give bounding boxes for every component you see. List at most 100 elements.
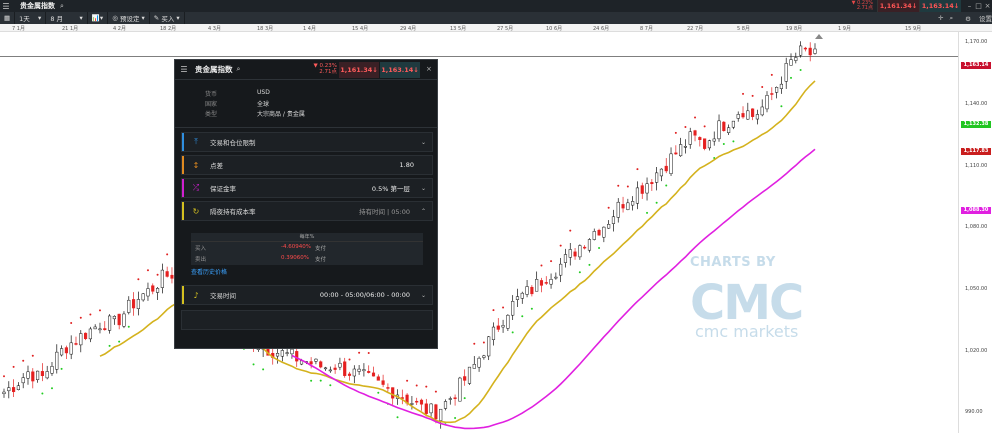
psar-dot — [358, 351, 361, 354]
candle-body — [367, 371, 371, 373]
history-price-link[interactable]: 查看历史价格 — [191, 267, 227, 276]
panel-search-icon[interactable]: ⌕ — [237, 65, 241, 74]
candle-body — [74, 343, 78, 345]
candle-body — [314, 358, 318, 362]
margin-section[interactable]: ⤮ 保证金率 0.5% 第一层 ⌄ — [181, 178, 433, 198]
toolbar-right: ✛ ⌕ ⚙ 设置 — [932, 12, 992, 24]
candle-body — [160, 269, 164, 288]
candle-body — [703, 138, 707, 149]
chart-type-icon[interactable]: 📊▾ — [88, 12, 109, 24]
price-tick-label: 1,170.00 — [965, 39, 988, 46]
candle-body — [597, 229, 601, 236]
chevron-down-icon[interactable]: ⌄ — [421, 139, 426, 146]
candle-body — [549, 279, 553, 285]
candle-body — [650, 182, 654, 185]
settings-button[interactable]: ⚙ 设置 — [959, 13, 992, 23]
candle-body — [602, 226, 606, 238]
psar-dot — [156, 273, 159, 276]
minimize-icon[interactable]: – — [965, 2, 974, 10]
candle-body — [64, 347, 68, 354]
buy-menu-button[interactable]: ✎ 买入 ▾ — [150, 12, 185, 24]
price-tick-label: 1,050.00 — [965, 286, 988, 293]
candle-body — [751, 108, 755, 117]
candle-body — [55, 351, 59, 370]
buy-price-button[interactable]: 1,163.14 ↓ — [919, 0, 961, 12]
trading-hours-section[interactable]: ♪ 交易时间 00:00 - 05:00/06:00 - 00:00 ⌄ — [181, 285, 433, 305]
candle-body — [333, 367, 337, 370]
candle-body — [722, 121, 726, 131]
psar-dot — [118, 340, 121, 343]
info-value-country: 全球 — [257, 101, 270, 108]
watermark-top: CHARTS BY — [690, 255, 776, 270]
psar-dot — [463, 397, 466, 400]
price-scale[interactable]: 1,163.14 1,132.38 1,117.83 1,088.30 1,17… — [958, 32, 992, 433]
hours-icon: ♪ — [193, 290, 199, 300]
panel-change-points: 2.71点 — [319, 69, 337, 75]
sell-price-button[interactable]: 1,161.34 ↓ — [877, 0, 919, 12]
trading-limits-label: 交易和仓位限制 — [210, 139, 256, 147]
price-change: ▼ 0.23% 2.71点 — [852, 1, 873, 11]
crosshair-icon[interactable]: ✛ — [938, 14, 943, 22]
period-select[interactable]: 8 月 ▾ — [46, 12, 88, 24]
panel-buy-button[interactable]: 1,163.14 ↓ — [380, 62, 420, 78]
preset-button[interactable]: ◎ 预设定 ▾ — [108, 12, 150, 24]
close-icon[interactable]: × — [983, 2, 992, 10]
psar-dot — [655, 201, 658, 204]
candle-body — [410, 403, 414, 405]
candle-body — [765, 95, 769, 110]
period-label: 8 月 — [50, 15, 64, 23]
time-axis-label: 4 2月 — [113, 26, 126, 32]
candle-body — [496, 325, 500, 330]
panel-sell-button[interactable]: 1,161.34 ↓ — [339, 62, 379, 78]
candle-body — [554, 276, 558, 279]
panel-price-change: ▼ 0.23% 2.71点 — [301, 63, 337, 75]
psar-dot — [70, 322, 73, 325]
candle-body — [443, 401, 448, 409]
candle-body — [60, 348, 64, 356]
candle-body — [376, 376, 380, 381]
time-axis-label: 22 7月 — [687, 26, 704, 32]
psar-dot — [60, 367, 63, 370]
interval-select[interactable]: 1天 ▾ — [15, 12, 47, 24]
time-axis-label: 10 6月 — [546, 26, 563, 32]
shuffle-icon: ⤮ — [192, 183, 200, 192]
candle-body — [573, 251, 577, 257]
psar-dot — [50, 387, 53, 390]
candle-body — [40, 371, 44, 377]
buy-price: 1,163.14 — [921, 2, 954, 10]
candle-body — [352, 368, 356, 377]
chevron-down-icon[interactable]: ⌄ — [421, 292, 426, 299]
panel-close-icon[interactable]: × — [426, 65, 432, 73]
grid-icon[interactable]: ▦ — [0, 12, 16, 24]
chevron-down-icon[interactable]: ⌄ — [421, 185, 426, 192]
time-axis-label: 18 2月 — [160, 26, 177, 32]
psar-dot — [703, 125, 706, 128]
panel-menu-icon[interactable]: ☰ — [177, 65, 191, 74]
price-chart[interactable] — [0, 32, 958, 433]
trading-limits-section[interactable]: ⤒ 交易和仓位限制 ⌄ — [181, 132, 433, 152]
zoom-icon[interactable]: ⌕ — [949, 14, 953, 23]
chevron-up-icon[interactable]: ⌃ — [421, 208, 426, 215]
psar-dot — [22, 359, 25, 362]
menu-icon[interactable]: ☰ — [0, 2, 12, 11]
section-accent — [182, 133, 184, 151]
panel-header: ☰ 贵金属指数 ⌕ ▼ 0.23% 2.71点 1,161.34 ↓ 1,163.… — [175, 60, 437, 80]
time-axis-label: 13 5月 — [450, 26, 467, 32]
psar-dot — [31, 354, 34, 357]
candle-body — [290, 348, 294, 355]
search-icon[interactable]: ⌕ — [60, 2, 64, 11]
financing-sell-label: 卖出 — [195, 257, 207, 263]
restore-icon[interactable]: □ — [974, 2, 983, 10]
candle-body — [779, 83, 783, 89]
info-value-type: 大宗商品 / 贵金属 — [257, 111, 305, 118]
candle-body — [424, 403, 428, 414]
psar-dot — [511, 331, 514, 334]
sell-price: 1,161.34 — [879, 2, 912, 10]
psar-dot — [492, 309, 495, 312]
holding-cost-section[interactable]: ↻ 隔夜持有成本率 持有时间 | 05:00 ⌃ — [181, 201, 433, 221]
ma-magenta-price-tag: 1,088.30 — [961, 207, 991, 214]
candle-body — [712, 138, 716, 142]
psar-dot — [319, 379, 322, 382]
limit-icon: ⤒ — [194, 137, 198, 146]
time-axis-label: 24 6月 — [593, 26, 610, 32]
